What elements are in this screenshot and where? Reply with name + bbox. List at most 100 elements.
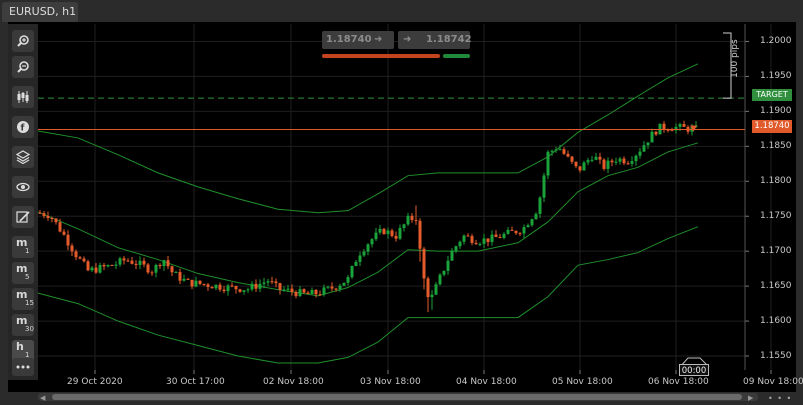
candle-body (470, 236, 474, 243)
candle-body (354, 261, 358, 266)
candle-body (198, 280, 202, 284)
candle-body (454, 246, 458, 251)
buy-volume-bar (443, 54, 470, 58)
candle-body (342, 282, 346, 286)
candle-body (54, 218, 58, 223)
options-icon[interactable]: • • • (768, 394, 792, 403)
candle-body (542, 175, 546, 198)
candle-body (274, 281, 278, 284)
candle-body (322, 287, 326, 295)
candle-body (510, 229, 514, 231)
sell-button[interactable]: 1.18740 ➜ (322, 31, 394, 49)
candle-body (238, 289, 242, 292)
candle-body (346, 277, 350, 283)
candle-body (138, 260, 142, 265)
candle-body (234, 285, 238, 290)
candle-body (578, 166, 582, 171)
candle-body (142, 260, 146, 265)
candle-body (190, 279, 194, 287)
candle-body (378, 228, 382, 233)
current-price-tag: 1.18740 (752, 120, 792, 133)
candle-body (590, 159, 594, 161)
candle-body (166, 260, 170, 267)
timeframe-m30-sub: 30 (25, 325, 34, 333)
candle-body (630, 161, 634, 164)
candle-body (282, 289, 286, 291)
timeframe-m30-button[interactable]: m 30 (12, 314, 34, 336)
candlestick-icon (17, 91, 29, 103)
candle-body (450, 250, 454, 261)
candle-body (418, 220, 422, 249)
eye-icon (16, 182, 30, 192)
candle-body (102, 264, 106, 267)
candle-body (442, 270, 446, 275)
candle-body (358, 255, 362, 262)
indicator-icon: f (17, 121, 29, 134)
arrow-right-icon: ➜ (374, 34, 383, 45)
zoom-out-button[interactable] (12, 56, 34, 78)
candle-body (422, 248, 426, 279)
candle-body (406, 215, 410, 225)
candle-body (306, 292, 310, 295)
candle-body (154, 264, 158, 273)
price-tick-label: 1.1800 (760, 176, 792, 187)
scroll-left-icon[interactable]: ◀ (40, 394, 45, 402)
candle-body (426, 278, 430, 298)
zoom-in-icon (17, 35, 29, 47)
buy-button[interactable]: ➜ 1.18742 (398, 31, 472, 49)
candle-body (366, 244, 370, 252)
timeframe-m15-button[interactable]: m 15 (12, 288, 34, 310)
candle-body (194, 280, 198, 287)
candle-body (594, 156, 598, 160)
zoom-in-button[interactable] (12, 30, 34, 52)
more-button[interactable] (12, 358, 34, 376)
candle-body (618, 158, 622, 162)
candle-body (326, 286, 330, 288)
candle-body (390, 230, 394, 236)
candle-body (514, 230, 518, 234)
candle-body (90, 267, 94, 271)
candle-body (586, 160, 590, 163)
candle-body (202, 283, 206, 285)
time-tick-label: 29 Oct 2020 (67, 377, 123, 387)
scrollbar-thumb[interactable] (52, 394, 742, 400)
sell-volume-bar (322, 54, 440, 58)
pips-distance-label: 100 pips (730, 39, 740, 78)
candle-body (318, 294, 322, 296)
indicators-button[interactable]: f (12, 116, 34, 138)
candle-body (386, 230, 390, 235)
candle-body (86, 261, 90, 271)
candle-body (230, 285, 234, 287)
candle-body (534, 213, 538, 220)
price-tick-label: 1.1750 (760, 211, 792, 222)
candle-body (122, 258, 126, 261)
candle-body (662, 123, 666, 130)
bollinger-middle-line (37, 142, 699, 297)
target-price-tag: TARGET (752, 89, 792, 101)
candle-body (650, 131, 654, 143)
candle-body (70, 245, 74, 252)
candle-body (478, 243, 482, 245)
timeframe-h1-label: h (16, 340, 24, 353)
candle-body (110, 265, 114, 267)
chart-type-button[interactable] (12, 86, 34, 108)
layers-button[interactable] (12, 146, 34, 168)
horizontal-scrollbar[interactable] (38, 393, 758, 401)
candle-body (502, 233, 506, 238)
candle-body (350, 265, 354, 278)
visibility-button[interactable] (12, 176, 34, 198)
candle-body (334, 288, 338, 290)
candle-body (210, 286, 214, 289)
timeframe-m1-button[interactable]: m1 (12, 236, 34, 258)
grid (38, 24, 772, 374)
candle-body (46, 215, 50, 219)
candle-body (174, 272, 178, 274)
drawing-tools-button[interactable] (12, 206, 34, 228)
timeframe-m5-button[interactable]: m5 (12, 262, 34, 284)
candle-body (530, 219, 534, 226)
scroll-right-icon[interactable]: ▶ (748, 394, 753, 402)
candle-body (226, 285, 230, 292)
candle-body (58, 222, 62, 232)
candle-body (494, 234, 498, 238)
sell-price: 1.18740 (326, 34, 372, 45)
